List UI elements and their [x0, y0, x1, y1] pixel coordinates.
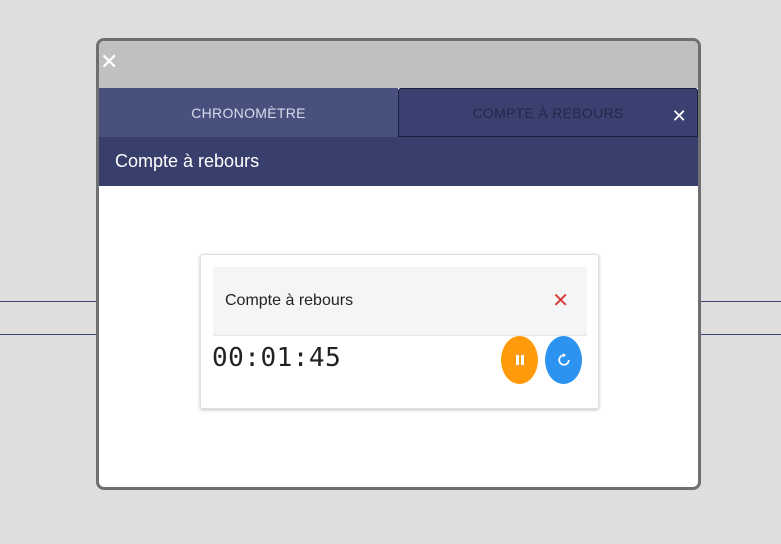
countdown-display: 00:01:45 — [212, 343, 342, 373]
refresh-icon — [557, 353, 570, 366]
close-icon[interactable]: ✕ — [672, 108, 687, 126]
section-title: Compte à rebours — [115, 151, 260, 171]
reset-button[interactable] — [545, 336, 582, 384]
pause-button[interactable] — [501, 336, 538, 384]
divider — [213, 335, 587, 336]
close-icon[interactable]: ✕ — [552, 290, 569, 310]
tab-label: COMPTE À REBOURS — [472, 104, 624, 121]
background-line — [701, 301, 781, 302]
tab-bar: CHRONOMÈTRE COMPTE À REBOURS ✕ — [99, 88, 698, 137]
tab-label: CHRONOMÈTRE — [191, 104, 306, 121]
close-icon[interactable]: ✕ — [100, 52, 118, 74]
window-titlebar: ✕ — [99, 41, 698, 88]
section-header: Compte à rebours — [99, 137, 698, 186]
background-line — [0, 301, 96, 302]
background-line — [0, 334, 96, 335]
timer-window: ✕ CHRONOMÈTRE COMPTE À REBOURS ✕ Compte … — [96, 38, 701, 490]
countdown-card: Compte à rebours ✕ 00:01:45 — [200, 254, 599, 409]
pause-icon — [515, 355, 524, 365]
card-title: Compte à rebours — [225, 292, 354, 309]
card-header: Compte à rebours ✕ — [213, 267, 587, 335]
tab-compte-a-rebours[interactable]: COMPTE À REBOURS ✕ — [398, 88, 698, 137]
background-line — [701, 334, 781, 335]
tab-chronometre[interactable]: CHRONOMÈTRE — [99, 88, 398, 137]
